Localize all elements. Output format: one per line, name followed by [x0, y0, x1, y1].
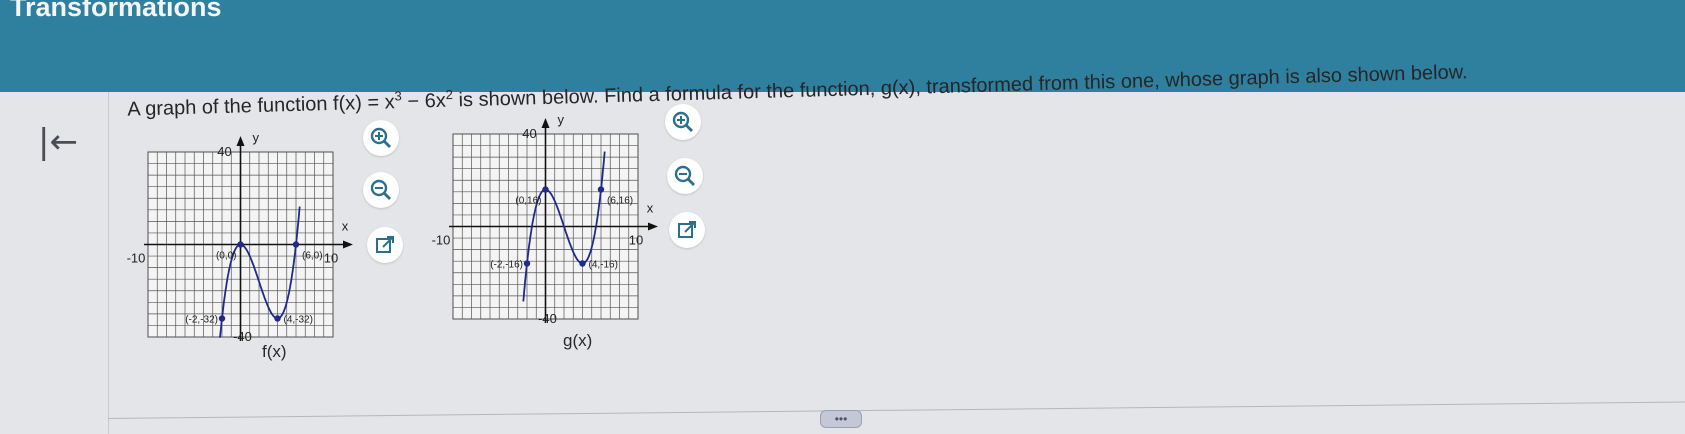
- open-external-icon[interactable]: [669, 212, 705, 248]
- key-point: [237, 241, 244, 248]
- x-tick-left: -10: [127, 251, 146, 266]
- key-point-label: (0,16): [515, 196, 541, 207]
- y-tick-top: 40: [522, 126, 536, 141]
- x-axis-label: x: [647, 201, 654, 216]
- key-point: [274, 315, 281, 322]
- x-axis-label: x: [342, 219, 349, 234]
- zoom-in-icon[interactable]: [363, 120, 399, 156]
- x-tick-right: 10: [629, 233, 643, 248]
- y-axis-arrow: [236, 136, 245, 146]
- key-point-label: (6,16): [607, 196, 633, 207]
- x-tick-right: 10: [324, 251, 338, 266]
- key-point-label: (0,0): [216, 251, 237, 262]
- zoom-out-icon[interactable]: [667, 158, 703, 194]
- y-tick-bottom: -40: [233, 329, 252, 344]
- key-point: [597, 186, 605, 193]
- open-external-icon[interactable]: [367, 227, 403, 263]
- graph-f-caption: f(x): [262, 342, 287, 361]
- graph-g[interactable]: y x 40 -40 -10 10 (0,16) (6,16) (-2,-16) (4,-16): [425, 112, 675, 337]
- y-axis-label: y: [253, 130, 260, 145]
- left-rail-divider: [108, 92, 109, 434]
- zoom-out-icon[interactable]: [363, 172, 399, 208]
- key-point-label: (4,-32): [284, 315, 313, 326]
- key-point-label: (-2,-32): [185, 315, 218, 326]
- back-to-start-icon[interactable]: |←: [38, 122, 78, 162]
- key-point: [579, 260, 586, 267]
- graph-g-caption: g(x): [563, 331, 593, 350]
- x-axis-arrow: [648, 222, 658, 231]
- question-part-b: − 6x: [401, 89, 447, 113]
- y-tick-bottom: -40: [538, 311, 557, 326]
- y-axis-arrow: [541, 118, 550, 128]
- key-point: [292, 241, 300, 248]
- y-axis-label: y: [558, 112, 565, 127]
- key-point-label: (6,0): [302, 251, 323, 262]
- key-point: [218, 315, 226, 322]
- zoom-in-icon[interactable]: [665, 104, 701, 140]
- graph-f[interactable]: y x 40 -40 -10 10 (0,0) (6,0) (-2,-32) (4,-32): [120, 130, 370, 350]
- key-point-label: (4,-16): [589, 260, 618, 271]
- y-tick-top: 40: [217, 144, 231, 159]
- key-point: [523, 260, 531, 267]
- key-point: [542, 186, 549, 193]
- more-options-handle[interactable]: •••: [820, 410, 862, 428]
- page-title: Transformations: [10, 0, 222, 22]
- x-axis-arrow: [343, 240, 353, 249]
- x-tick-left: -10: [432, 233, 451, 248]
- key-point-label: (-2,-16): [490, 260, 523, 271]
